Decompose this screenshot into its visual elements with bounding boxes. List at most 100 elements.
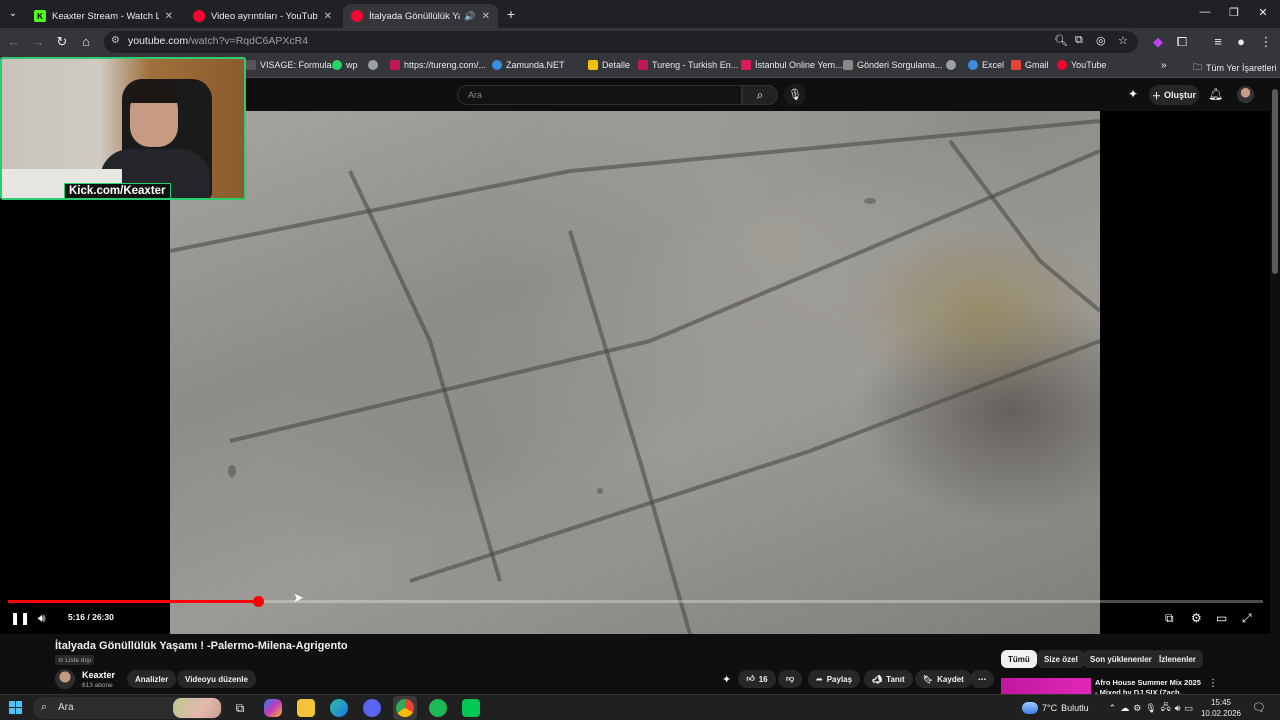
tray-app-icon[interactable]: ⚙	[1133, 703, 1141, 714]
settings-gear-icon[interactable]: ⚙	[1191, 608, 1202, 628]
weather-temp[interactable]: 7°C	[1042, 703, 1057, 713]
weather-text[interactable]: Bulutlu	[1061, 703, 1089, 713]
recommended-more-icon[interactable]: ⋮	[1208, 678, 1218, 689]
install-app-icon[interactable]: ⧉	[1075, 34, 1083, 47]
network-icon[interactable]: 🖧	[1161, 700, 1171, 716]
studio-sparkle-icon[interactable]: ✦	[1128, 87, 1138, 101]
progress-bar[interactable]	[8, 596, 1263, 607]
progress-scrubber[interactable]	[252, 596, 264, 607]
home-icon[interactable]: ⌂	[78, 34, 94, 50]
new-tab-button[interactable]: +	[503, 6, 519, 22]
volume-icon[interactable]: 🔊︎	[1175, 703, 1181, 714]
address-bar[interactable]: ⚙ youtube.com/watch?v=RqdC6APXcR4 🔍︎ ⧉ ◎…	[104, 31, 1138, 53]
bookmark-item[interactable]: Gönderi Sorgulama...	[843, 60, 943, 70]
restore-window-icon[interactable]: ❐	[1225, 6, 1243, 19]
reading-list-icon[interactable]: ≡	[1210, 34, 1226, 50]
more-bookmarks-chevron-icon[interactable]: »	[1161, 60, 1167, 71]
volume-icon[interactable]: 🔊︎	[38, 608, 46, 628]
taskbar-clock[interactable]: 15:45 10.02.2026	[1198, 697, 1244, 719]
plus-icon: ＋	[1151, 90, 1161, 101]
bookmark-item[interactable]	[368, 60, 382, 70]
battery-icon[interactable]: ▭	[1184, 703, 1193, 714]
browser-tab-strip: ⌄ K Kеaxter Stream - Watch Live on ✕ Vid…	[0, 0, 1280, 28]
edge-browser-icon[interactable]	[330, 699, 348, 717]
bookmark-item[interactable]: Tureng - Turkish En...	[638, 60, 738, 70]
close-window-icon[interactable]: ✕	[1254, 6, 1272, 19]
close-tab-icon[interactable]: ✕	[324, 11, 332, 22]
bookmark-item[interactable]: Gmail	[1011, 60, 1049, 70]
discord-icon[interactable]	[363, 699, 381, 717]
search-input[interactable]: Ara	[457, 85, 742, 105]
profile-avatar-icon[interactable]: ●	[1233, 34, 1249, 50]
channel-name[interactable]: Keaxter	[82, 670, 115, 680]
eye-off-icon[interactable]: ◎	[1096, 34, 1106, 47]
account-avatar[interactable]	[1237, 86, 1254, 103]
bookmark-item[interactable]: YouTube	[1057, 60, 1106, 70]
site-info-icon[interactable]: ⚙	[111, 35, 120, 46]
forward-arrow-icon[interactable]: →	[30, 34, 46, 50]
theater-mode-icon[interactable]: ▭	[1216, 608, 1227, 628]
notification-center-icon[interactable]: 🗨	[1252, 701, 1266, 714]
share-button[interactable]: ➦ Paylaş	[808, 670, 861, 688]
dislike-button[interactable]: 👎︎	[778, 670, 802, 688]
edit-video-button[interactable]: Videoyu düzenle	[177, 670, 256, 688]
bookmark-item[interactable]: wp	[332, 60, 358, 70]
reload-icon[interactable]: ↻	[54, 34, 70, 50]
all-bookmarks-folder[interactable]: 🗀 Tüm Yer İşaretleri	[1193, 60, 1277, 76]
page-scrollbar[interactable]	[1270, 79, 1280, 696]
notifications-bell-icon[interactable]: 🔔︎	[1208, 87, 1223, 101]
filter-chip-watched[interactable]: İzlenenler	[1152, 650, 1203, 668]
search-icon: ⌕	[41, 701, 48, 713]
zoom-search-icon[interactable]: 🔍︎	[1054, 34, 1068, 47]
onedrive-icon[interactable]: ☁	[1120, 703, 1129, 714]
weather-cloud-icon[interactable]	[1022, 702, 1038, 714]
scrollbar-thumb[interactable]	[1272, 89, 1278, 274]
save-button[interactable]: 🔖︎ Kaydet	[915, 670, 972, 688]
chrome-taskbar-item[interactable]	[393, 696, 417, 720]
bookmark-item[interactable]: İstanbul Online Yem...	[741, 60, 843, 70]
subtitles-icon[interactable]: ⧉	[1165, 608, 1174, 628]
extensions-puzzle-icon[interactable]: ⧠	[1174, 34, 1190, 50]
bookmark-item[interactable]: Excel	[968, 60, 1004, 70]
close-tab-icon[interactable]: ✕	[482, 11, 490, 22]
voice-search-mic-icon[interactable]: 🎙︎	[784, 84, 806, 106]
like-button[interactable]: 👍︎ 16	[738, 670, 776, 688]
bookmark-item[interactable]	[946, 60, 960, 70]
fullscreen-icon[interactable]: ⤢	[1242, 608, 1252, 628]
file-explorer-icon[interactable]	[297, 699, 315, 717]
close-tab-icon[interactable]: ✕	[165, 11, 173, 22]
task-view-icon[interactable]: ⧉	[231, 699, 249, 717]
taskbar-search[interactable]: ⌕ Ara	[33, 697, 223, 719]
minimize-window-icon[interactable]: —	[1196, 6, 1214, 18]
chrome-menu-icon[interactable]: ⋮	[1258, 34, 1274, 50]
filter-chip-recent[interactable]: Son yüklenenler	[1083, 650, 1159, 668]
bookmark-star-icon[interactable]: ☆	[1118, 34, 1128, 47]
microphone-icon[interactable]: 🎙︎	[1145, 703, 1156, 714]
windows-start-icon[interactable]	[9, 701, 22, 714]
create-button[interactable]: ＋ Oluştur	[1149, 85, 1199, 105]
back-arrow-icon[interactable]: ←	[6, 34, 22, 50]
tab-current-video[interactable]: İtalyada Gönüllülük Yaşamı 🔊 ✕	[343, 4, 498, 28]
show-hidden-icons-chevron-icon[interactable]: ⌃	[1109, 703, 1117, 714]
speaker-icon[interactable]: 🔊	[464, 11, 475, 22]
tab-kick-stream[interactable]: K Kеaxter Stream - Watch Live on ✕	[26, 4, 181, 28]
bookmark-item[interactable]: Zamunda.NET	[492, 60, 565, 70]
search-button[interactable]: ⌕	[742, 85, 778, 105]
spotify-icon[interactable]	[429, 699, 447, 717]
app-icon[interactable]	[462, 699, 480, 717]
bookmark-item[interactable]: Detalle	[588, 60, 630, 70]
bookmark-item[interactable]: https://tureng.com/...	[390, 60, 486, 70]
promote-button[interactable]: 📣︎ Tanıt	[864, 670, 913, 688]
copilot-icon[interactable]	[264, 699, 282, 717]
filter-chip-all[interactable]: Tümü	[1001, 650, 1037, 668]
bookmark-item[interactable]: VISAGE: Formula...	[246, 60, 339, 70]
tab-youtube-studio[interactable]: Video ayrıntıları - YouTube Stu ✕	[185, 4, 340, 28]
filter-chip-for-you[interactable]: Size özel	[1037, 650, 1085, 668]
extension-icon[interactable]: ◆	[1150, 34, 1166, 50]
tab-search-chevron-icon[interactable]: ⌄	[5, 6, 21, 22]
analytics-button[interactable]: Analizler	[127, 670, 177, 688]
pause-button[interactable]: ❚❚	[10, 608, 30, 628]
channel-avatar[interactable]	[55, 669, 75, 689]
sparkle-icon[interactable]: ✦	[722, 673, 731, 686]
more-actions-button[interactable]: ⋯	[970, 670, 994, 688]
